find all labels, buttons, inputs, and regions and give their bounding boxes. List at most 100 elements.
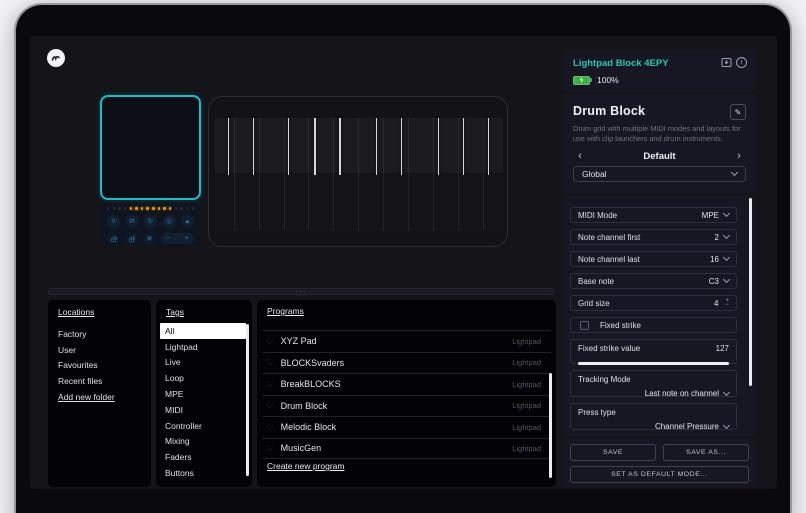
tag-item-live[interactable]: Live xyxy=(160,355,246,371)
octave-shift-button[interactable]: ⇄ xyxy=(125,214,139,228)
program-row-blocksvaders[interactable]: ♡ BLOCKSvaders Lightpad xyxy=(262,351,551,374)
seaboard-device-view[interactable] xyxy=(208,96,508,247)
minus-plus-slider[interactable]: − + xyxy=(161,232,194,244)
browser-drag-handle[interactable]: ··· xyxy=(48,287,554,295)
tags-header[interactable]: Tags xyxy=(166,307,242,317)
favourite-heart-icon[interactable]: ♡ xyxy=(266,357,274,368)
create-new-program-link[interactable]: Create new program xyxy=(267,461,344,471)
firmware-update-icon[interactable] xyxy=(721,57,732,68)
locations-header[interactable]: Locations xyxy=(58,307,141,317)
program-row-breakblocks[interactable]: ♡ BreakBLOCKS Lightpad xyxy=(262,373,551,395)
tag-item-mpe[interactable]: MPE xyxy=(160,386,246,402)
battery-status: 100% xyxy=(573,75,746,85)
stepper-arrows[interactable]: + − xyxy=(725,298,729,308)
slider-track[interactable] xyxy=(578,362,729,365)
tags-scrollbar[interactable] xyxy=(246,324,249,476)
led-dot xyxy=(174,207,178,210)
program-tag: Lightpad xyxy=(512,379,541,389)
mode-description: Drum grid with multiple MIDI modes and l… xyxy=(573,124,741,143)
press-type-dropdown[interactable]: Press type Channel Pressure xyxy=(570,403,737,431)
keyboard-keys xyxy=(215,118,503,231)
save-as-button[interactable]: SAVE AS... xyxy=(663,444,749,461)
roli-logo-icon[interactable] xyxy=(47,49,65,67)
volume-button[interactable]: V xyxy=(107,214,120,228)
play-button[interactable]: ▲ xyxy=(181,214,194,228)
scope-value: Global xyxy=(582,169,607,179)
tracking-mode-dropdown[interactable]: Tracking Mode Last note on channel xyxy=(570,370,737,398)
lock-open-icon xyxy=(129,235,135,242)
lightpad-device-view[interactable]: V ⇄ ↻ ◎ ▲ ▣ − + xyxy=(100,95,201,246)
program-tag: Lightpad xyxy=(512,443,541,453)
black-key-line xyxy=(287,118,290,175)
fixed-strike-checkbox-row[interactable]: Fixed strike xyxy=(570,317,737,333)
scope-dropdown[interactable]: Global xyxy=(573,166,746,182)
tag-item-loop[interactable]: Loop xyxy=(160,370,246,386)
grid-size-stepper[interactable]: Grid size 4 + − xyxy=(570,295,737,311)
black-key-line xyxy=(437,118,440,175)
led-dot xyxy=(163,207,166,210)
set-as-default-mode-button[interactable]: SET AS DEFAULT MODE... xyxy=(570,466,749,483)
key-separator xyxy=(383,118,385,231)
favourite-heart-icon[interactable]: ♡ xyxy=(266,400,274,411)
tag-item-buttons[interactable]: Buttons xyxy=(160,465,246,481)
stepper-down-icon[interactable]: − xyxy=(725,302,729,307)
favourite-heart-icon[interactable]: ♡ xyxy=(266,336,274,347)
record-button[interactable]: ◎ xyxy=(162,214,176,228)
tags-panel: Tags All Lightpad Live Loop MPE MIDI Con… xyxy=(156,300,252,487)
next-preset-button[interactable]: › xyxy=(732,150,746,162)
lock-button[interactable] xyxy=(107,231,120,245)
tag-item-midi[interactable]: MIDI xyxy=(160,402,246,418)
grid-mode-button[interactable]: ▣ xyxy=(143,231,156,245)
tag-item-mixing[interactable]: Mixing xyxy=(160,434,246,450)
led-dot xyxy=(169,207,172,210)
add-new-folder-link[interactable]: Add new folder xyxy=(58,389,141,405)
battery-icon xyxy=(573,75,592,85)
actions-card: SAVE SAVE AS... SET AS DEFAULT MODE... xyxy=(563,439,756,487)
key-separator xyxy=(482,118,484,231)
lightpad-touch-surface[interactable] xyxy=(100,95,201,200)
programs-scrollbar[interactable] xyxy=(548,373,552,478)
location-item-recent-files[interactable]: Recent files xyxy=(58,373,141,389)
midi-mode-dropdown[interactable]: MIDI Mode MPE xyxy=(570,207,737,223)
mode-title: Drum Block xyxy=(573,104,646,118)
program-name: XYZ Pad xyxy=(280,336,317,347)
note-channel-last-value: 16 xyxy=(710,254,719,264)
note-channel-first-dropdown[interactable]: Note channel first 2 xyxy=(570,229,737,245)
location-item-user[interactable]: User xyxy=(58,342,141,358)
program-row-musicgen[interactable]: ♡ MusicGen Lightpad xyxy=(262,437,551,459)
favourite-heart-icon[interactable]: ♡ xyxy=(266,443,274,454)
black-key-line xyxy=(401,118,403,175)
info-icon[interactable]: i xyxy=(736,57,747,68)
save-button[interactable]: SAVE xyxy=(570,444,656,461)
favourite-heart-icon[interactable]: ♡ xyxy=(266,422,274,433)
program-name: Melodic Block xyxy=(280,422,337,433)
tag-item-all[interactable]: All xyxy=(160,323,246,339)
tracking-mode-value: Last note on channel xyxy=(644,389,719,398)
led-dot xyxy=(123,207,127,210)
programs-header[interactable]: Programs xyxy=(267,306,546,316)
base-note-dropdown[interactable]: Base note C3 xyxy=(570,273,737,289)
loop-button[interactable]: ↻ xyxy=(144,214,157,228)
program-row-drum-block[interactable]: ♡ Drum Block Lightpad xyxy=(262,394,551,417)
previous-preset-button[interactable]: ‹ xyxy=(573,150,587,162)
favourite-heart-icon[interactable]: ♡ xyxy=(266,379,274,390)
laptop-frame: V ⇄ ↻ ◎ ▲ ▣ − + ··· Locations Factory Us… xyxy=(14,3,792,513)
fixed-strike-value-slider[interactable]: Fixed strike value 127 xyxy=(570,339,737,365)
settings-scrollbar[interactable] xyxy=(749,198,752,386)
black-key-line xyxy=(487,118,490,175)
black-key-line xyxy=(462,118,465,175)
location-item-factory[interactable]: Factory xyxy=(58,326,141,342)
tag-item-faders[interactable]: Faders xyxy=(160,449,246,465)
tag-item-controller[interactable]: Controller xyxy=(160,418,246,434)
black-key-line xyxy=(252,118,255,175)
edit-mode-button[interactable]: ✎ xyxy=(730,104,746,120)
note-channel-last-dropdown[interactable]: Note channel last 16 xyxy=(570,251,737,267)
locations-panel: Locations Factory User Favourites Recent… xyxy=(48,300,151,487)
tag-item-lightpad[interactable]: Lightpad xyxy=(160,339,246,355)
program-row-melodic-block[interactable]: ♡ Melodic Block Lightpad xyxy=(262,416,551,438)
latch-button[interactable] xyxy=(125,231,138,245)
fixed-strike-checkbox[interactable] xyxy=(580,320,589,330)
program-row-xyz-pad[interactable]: ♡ XYZ Pad Lightpad xyxy=(262,330,551,352)
location-item-favourites[interactable]: Favourites xyxy=(58,357,141,373)
key-separator xyxy=(258,118,260,231)
